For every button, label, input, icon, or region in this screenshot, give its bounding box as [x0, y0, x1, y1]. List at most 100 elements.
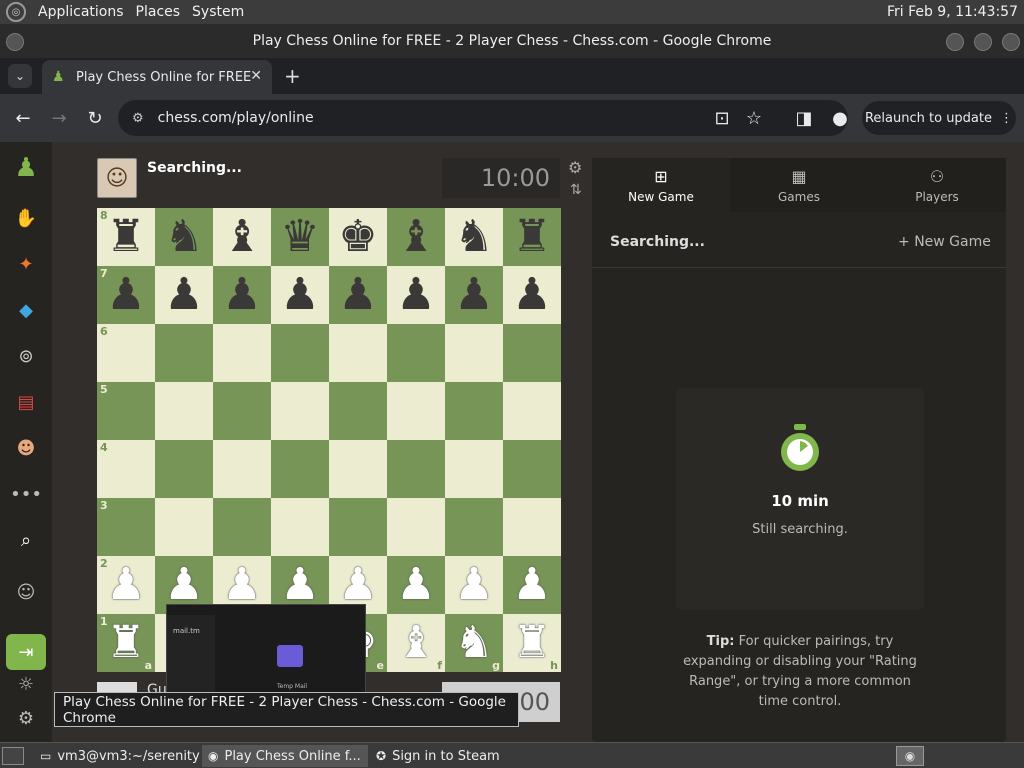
chess-logo-icon[interactable]: ♟ [12, 153, 40, 183]
square-e5[interactable] [329, 382, 387, 440]
square-a6[interactable]: 6 [97, 324, 155, 382]
window-titlebar[interactable]: Play Chess Online for FREE - 2 Player Ch… [0, 24, 1024, 58]
square-d5[interactable] [271, 382, 329, 440]
tab-new-game[interactable]: ⊞ New Game [592, 158, 730, 212]
settings-icon[interactable]: ⚙ [12, 704, 40, 732]
square-b4[interactable] [155, 440, 213, 498]
watch-binoculars-icon[interactable]: ⊚ [12, 342, 40, 370]
square-b3[interactable] [155, 498, 213, 556]
square-e7[interactable]: ♟ [329, 266, 387, 324]
square-b8[interactable]: ♞ [155, 208, 213, 266]
square-d7[interactable]: ♟ [271, 266, 329, 324]
new-game-button[interactable]: + New Game [898, 234, 991, 250]
relaunch-button[interactable]: Relaunch to update ⋮ [862, 101, 1016, 135]
window-thumbnail[interactable]: mail.tm Temp Mail [166, 604, 366, 695]
puzzle-icon[interactable]: ✦ [12, 250, 40, 278]
black-piece[interactable]: ♜ [106, 215, 145, 259]
black-piece[interactable]: ♟ [338, 273, 377, 317]
social-icon[interactable]: ☻ [12, 434, 40, 462]
panel-clock[interactable]: Fri Feb 9, 11:43:57 [887, 4, 1018, 20]
black-piece[interactable]: ♝ [222, 215, 261, 259]
square-e6[interactable] [329, 324, 387, 382]
square-h5[interactable] [503, 382, 561, 440]
black-piece[interactable]: ♟ [280, 273, 319, 317]
back-button[interactable]: ← [11, 106, 35, 130]
square-c8[interactable]: ♝ [213, 208, 271, 266]
square-d3[interactable] [271, 498, 329, 556]
square-a8[interactable]: 8 ♜ [97, 208, 155, 266]
square-e8[interactable]: ♚ [329, 208, 387, 266]
show-desktop-icon[interactable] [2, 747, 24, 765]
black-piece[interactable]: ♟ [454, 273, 493, 317]
black-piece[interactable]: ♞ [164, 215, 203, 259]
square-g3[interactable] [445, 498, 503, 556]
install-app-icon[interactable]: ⊡ [710, 106, 734, 130]
tab-close-icon[interactable]: ✕ [250, 68, 262, 84]
square-h6[interactable] [503, 324, 561, 382]
square-g8[interactable]: ♞ [445, 208, 503, 266]
tab-players[interactable]: ⚇ Players [868, 158, 1006, 212]
square-g2[interactable]: ♟ [445, 556, 503, 614]
square-g6[interactable] [445, 324, 503, 382]
square-c3[interactable] [213, 498, 271, 556]
square-b5[interactable] [155, 382, 213, 440]
task-steam[interactable]: ✪ Sign in to Steam [370, 745, 536, 767]
places-menu[interactable]: Places [136, 4, 181, 20]
white-piece[interactable]: ♞ [454, 621, 493, 665]
maximize-icon[interactable] [974, 33, 992, 51]
tray-chrome-icon[interactable]: ◉ [896, 746, 924, 766]
square-g7[interactable]: ♟ [445, 266, 503, 324]
square-h3[interactable] [503, 498, 561, 556]
square-c6[interactable] [213, 324, 271, 382]
board-settings-icon[interactable]: ⚙ [568, 158, 582, 177]
bookmark-star-icon[interactable]: ☆ [742, 106, 766, 130]
forward-button[interactable]: → [47, 106, 71, 130]
square-h4[interactable] [503, 440, 561, 498]
square-d8[interactable]: ♛ [271, 208, 329, 266]
white-piece[interactable]: ♟ [106, 563, 145, 607]
square-a7[interactable]: 7 ♟ [97, 266, 155, 324]
square-e4[interactable] [329, 440, 387, 498]
white-piece[interactable]: ♟ [396, 563, 435, 607]
system-logo-icon[interactable]: ◎ [6, 2, 26, 22]
white-piece[interactable]: ♜ [512, 621, 551, 665]
black-piece[interactable]: ♟ [512, 273, 551, 317]
tab-chess[interactable]: ♟ Play Chess Online for FREE ✕ [42, 60, 272, 94]
system-menu[interactable]: System [192, 4, 244, 20]
black-piece[interactable]: ♝ [396, 215, 435, 259]
square-a1[interactable]: 1 a ♜ [97, 614, 155, 672]
square-h7[interactable]: ♟ [503, 266, 561, 324]
square-c7[interactable]: ♟ [213, 266, 271, 324]
square-h1[interactable]: h ♜ [503, 614, 561, 672]
task-terminal[interactable]: ▭ vm3@vm3:~/serenity [34, 745, 200, 767]
login-button[interactable]: ⇥ [6, 634, 46, 670]
flip-board-icon[interactable]: ⇅ [570, 182, 582, 198]
square-a2[interactable]: 2 ♟ [97, 556, 155, 614]
square-f6[interactable] [387, 324, 445, 382]
window-menu-icon[interactable] [6, 33, 24, 51]
black-piece[interactable]: ♟ [164, 273, 203, 317]
white-piece[interactable]: ♟ [164, 563, 203, 607]
square-f5[interactable] [387, 382, 445, 440]
reload-button[interactable]: ↻ [83, 106, 107, 130]
tab-search-button[interactable]: ⌄ [8, 64, 32, 88]
square-c5[interactable] [213, 382, 271, 440]
square-f3[interactable] [387, 498, 445, 556]
white-piece[interactable]: ♟ [280, 563, 319, 607]
address-bar[interactable]: ⚙ chess.com/play/online [118, 100, 848, 136]
square-g1[interactable]: g ♞ [445, 614, 503, 672]
minimize-icon[interactable] [946, 33, 964, 51]
square-a3[interactable]: 3 [97, 498, 155, 556]
square-b7[interactable]: ♟ [155, 266, 213, 324]
square-d6[interactable] [271, 324, 329, 382]
square-h8[interactable]: ♜ [503, 208, 561, 266]
add-friend-icon[interactable]: ☺ [12, 578, 40, 606]
new-tab-button[interactable]: + [284, 64, 304, 88]
black-piece[interactable]: ♟ [106, 273, 145, 317]
applications-menu[interactable]: Applications [38, 4, 124, 20]
black-piece[interactable]: ♚ [338, 215, 377, 259]
black-piece[interactable]: ♟ [396, 273, 435, 317]
news-icon[interactable]: ▤ [12, 388, 40, 416]
tab-games[interactable]: ▦ Games [730, 158, 868, 212]
square-a5[interactable]: 5 [97, 382, 155, 440]
